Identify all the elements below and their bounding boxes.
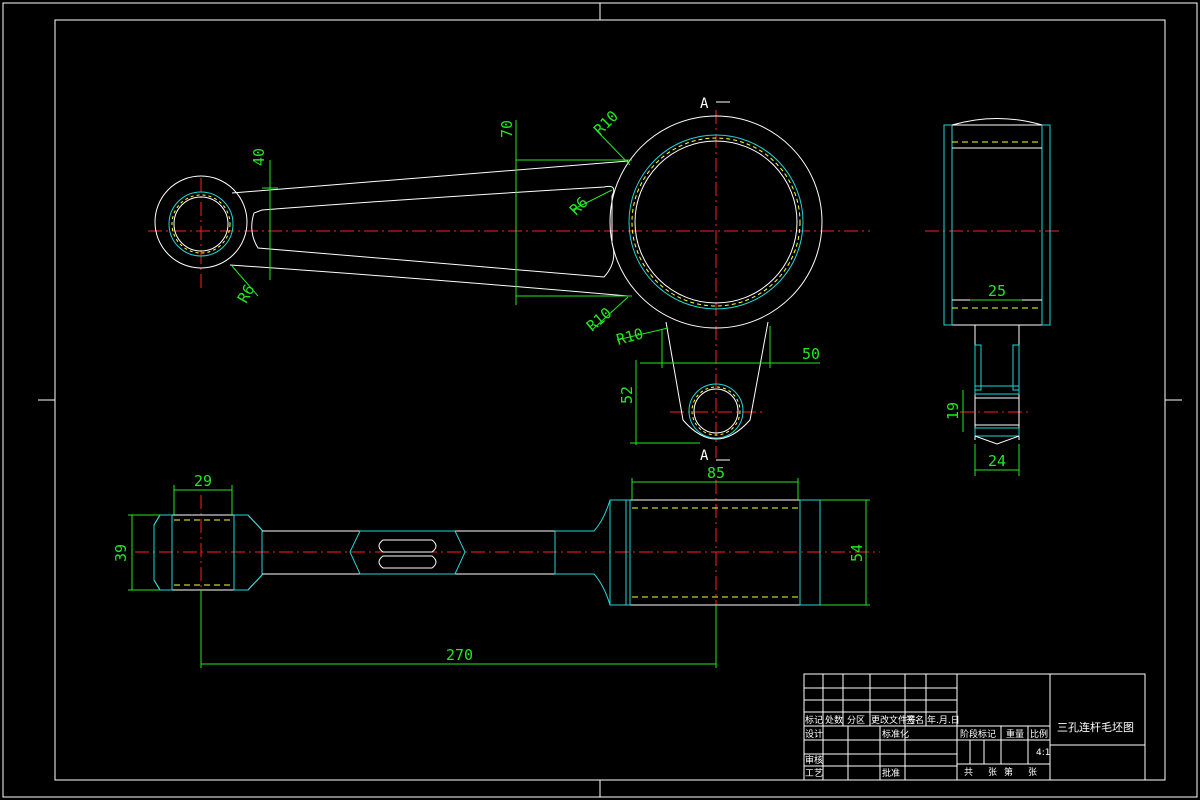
tb-design: 设计 bbox=[805, 728, 823, 740]
dim-29: 29 bbox=[194, 472, 212, 490]
dim-85: 85 bbox=[707, 464, 725, 482]
front-view: 40 70 R10 R6 R6 R10 R10 50 52 A A bbox=[148, 96, 870, 464]
dim-r6-inner: R6 bbox=[566, 193, 592, 219]
tb-process: 工艺 bbox=[805, 768, 823, 779]
tb-scale-value: 4:1 bbox=[1036, 748, 1050, 758]
dim-270: 270 bbox=[446, 646, 473, 664]
tb-label-count: 处数 bbox=[825, 714, 843, 726]
dim-24: 24 bbox=[988, 452, 1006, 470]
top-view: 29 39 85 54 270 bbox=[112, 464, 880, 668]
tb-scale-label: 比例 bbox=[1030, 728, 1048, 740]
tb-weight: 重量 bbox=[1006, 728, 1024, 740]
section-mark-top: A bbox=[700, 96, 709, 112]
tb-approval: 批准 bbox=[882, 767, 900, 779]
tb-stage-mark: 阶段标记 bbox=[960, 728, 996, 740]
section-mark-bottom: A bbox=[700, 448, 709, 464]
dim-54: 54 bbox=[848, 544, 866, 562]
tb-label-date: 年.月.日 bbox=[927, 714, 960, 726]
tb-sheets-total: 共 bbox=[964, 767, 973, 778]
tb-label-sign: 签名 bbox=[906, 714, 924, 726]
dim-r10-top: R10 bbox=[590, 107, 622, 139]
side-section-view: 25 19 24 bbox=[925, 118, 1062, 476]
dim-25: 25 bbox=[988, 282, 1006, 300]
dim-52: 52 bbox=[618, 386, 636, 404]
dim-39: 39 bbox=[112, 544, 130, 562]
drawing-title: 三孔连杆毛坯图 bbox=[1057, 720, 1134, 734]
tb-standardization: 标准化 bbox=[882, 728, 909, 740]
tb-label-zone: 分区 bbox=[847, 715, 865, 726]
dim-r10-boss: R10 bbox=[614, 324, 645, 348]
dim-50: 50 bbox=[802, 345, 820, 363]
title-block: 标记 处数 分区 更改文件号 签名 年.月.日 设计 标准化 审核 工艺 批准 … bbox=[803, 673, 1146, 781]
tb-sheets-label: 张 bbox=[988, 767, 997, 778]
tb-sheet-no: 第 bbox=[1004, 766, 1013, 778]
tb-sheet-label: 张 bbox=[1028, 767, 1037, 778]
dim-70: 70 bbox=[498, 120, 516, 138]
tb-review: 审核 bbox=[805, 754, 823, 766]
dim-r10-lower: R10 bbox=[583, 304, 615, 335]
cad-drawing: 40 70 R10 R6 R6 R10 R10 50 52 A A 25 19 … bbox=[2, 2, 1198, 798]
dim-r6-small: R6 bbox=[234, 281, 259, 306]
dim-19: 19 bbox=[944, 402, 962, 420]
dim-40: 40 bbox=[250, 148, 268, 166]
tb-label-mark: 标记 bbox=[805, 714, 823, 726]
